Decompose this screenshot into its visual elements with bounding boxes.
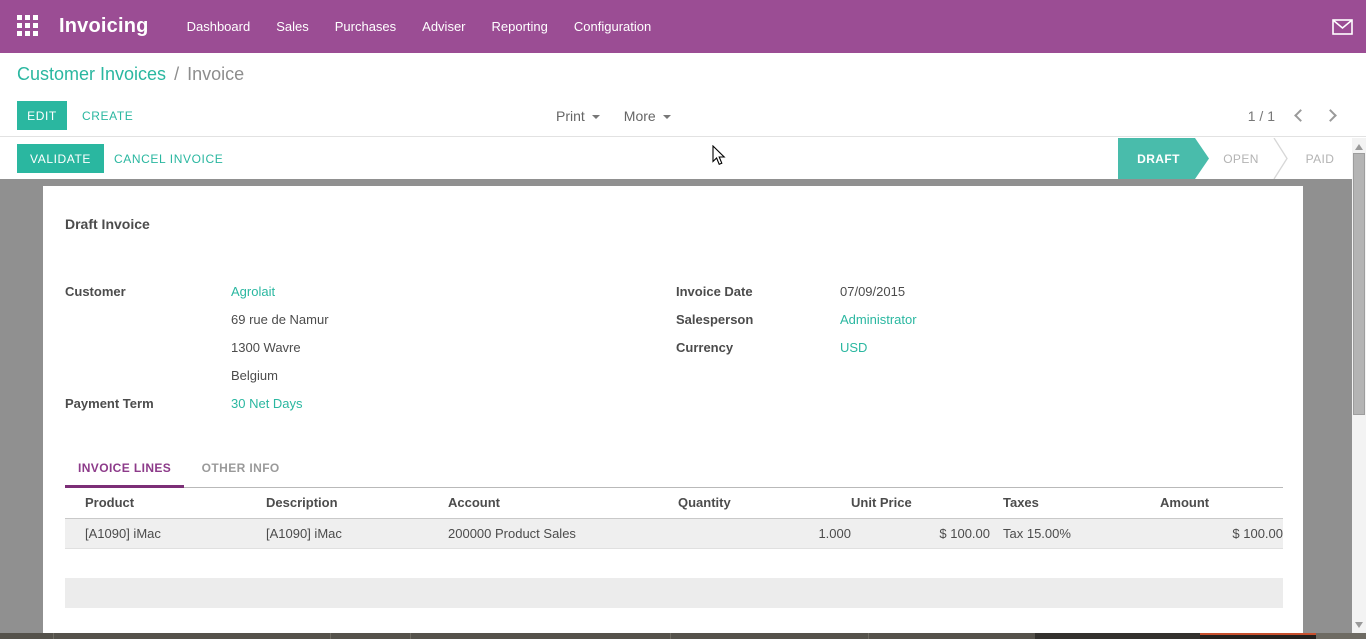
state-draft[interactable]: DRAFT xyxy=(1118,138,1209,179)
pager-count: 1 / 1 xyxy=(1248,108,1275,124)
chevron-down-icon xyxy=(663,115,671,119)
currency-link[interactable]: USD xyxy=(840,340,867,355)
edit-button[interactable]: EDIT xyxy=(17,101,67,130)
cancel-invoice-button[interactable]: CANCEL INVOICE xyxy=(103,144,234,173)
taskbar-segment xyxy=(1035,633,1200,639)
cell-quantity: 1.000 xyxy=(678,518,851,548)
taskbar-segment xyxy=(1316,633,1366,639)
cell-description: [A1090] iMac xyxy=(266,518,448,548)
menu-adviser[interactable]: Adviser xyxy=(422,19,465,34)
customer-label: Customer xyxy=(65,284,231,299)
state-open[interactable]: OPEN xyxy=(1209,138,1273,179)
menu-sales[interactable]: Sales xyxy=(276,19,309,34)
invoice-title: Draft Invoice xyxy=(65,216,150,232)
app-name: Invoicing xyxy=(59,15,149,38)
cell-taxes: Tax 15.00% xyxy=(990,518,1160,548)
col-amount: Amount xyxy=(1160,488,1283,518)
cell-amount: $ 100.00 xyxy=(1160,518,1283,548)
control-bar: EDIT CREATE Print More 1 / 1 xyxy=(0,95,1366,137)
breadcrumb: Customer Invoices / Invoice xyxy=(0,53,1366,95)
cell-unit-price: $ 100.00 xyxy=(851,518,990,548)
customer-address-street: 69 rue de Namur xyxy=(231,312,329,327)
breadcrumb-parent[interactable]: Customer Invoices xyxy=(17,64,166,85)
invoice-date-value: 07/09/2015 xyxy=(840,284,905,299)
customer-address-city: 1300 Wavre xyxy=(231,340,301,355)
salesperson-link[interactable]: Administrator xyxy=(840,312,917,327)
vertical-scrollbar[interactable] xyxy=(1352,138,1366,633)
salesperson-label: Salesperson xyxy=(676,312,840,327)
table-header-row: Product Description Account Quantity Uni… xyxy=(65,488,1283,518)
breadcrumb-separator: / xyxy=(174,64,179,85)
main-menu: Dashboard Sales Purchases Adviser Report… xyxy=(187,19,652,34)
invoice-sheet: Draft Invoice Customer Agrolait 69 rue d… xyxy=(43,186,1303,633)
taskbar-sliver xyxy=(0,633,1366,639)
notebook-tabs: INVOICE LINES OTHER INFO xyxy=(65,452,1283,488)
form-view-background: Draft Invoice Customer Agrolait 69 rue d… xyxy=(0,179,1352,633)
field-group-right: Invoice Date 07/09/2015 Salesperson Admi… xyxy=(676,277,1236,361)
menu-dashboard[interactable]: Dashboard xyxy=(187,19,251,34)
payment-term-label: Payment Term xyxy=(65,396,231,411)
statusbar: VALIDATE CANCEL INVOICE DRAFT OPEN PAID xyxy=(0,138,1366,179)
scroll-up-icon[interactable] xyxy=(1355,144,1363,150)
col-account: Account xyxy=(448,488,678,518)
scrollbar-thumb[interactable] xyxy=(1353,153,1365,415)
totals-placeholder xyxy=(65,578,1283,608)
col-description: Description xyxy=(266,488,448,518)
menu-configuration[interactable]: Configuration xyxy=(574,19,651,34)
cell-account: 200000 Product Sales xyxy=(448,518,678,548)
create-button[interactable]: CREATE xyxy=(74,101,141,130)
tab-other-info[interactable]: OTHER INFO xyxy=(189,452,293,488)
pager-previous-icon[interactable] xyxy=(1294,109,1307,122)
table-row[interactable]: [A1090] iMac [A1090] iMac 200000 Product… xyxy=(65,518,1283,548)
top-navbar: Invoicing Dashboard Sales Purchases Advi… xyxy=(0,0,1366,53)
menu-purchases[interactable]: Purchases xyxy=(335,19,396,34)
pager: 1 / 1 xyxy=(1248,95,1335,136)
messages-envelope-icon[interactable] xyxy=(1332,19,1353,35)
currency-label: Currency xyxy=(676,340,840,355)
col-product: Product xyxy=(65,488,266,518)
payment-term-link[interactable]: 30 Net Days xyxy=(231,396,303,411)
cell-product: [A1090] iMac xyxy=(65,518,266,548)
tab-invoice-lines[interactable]: INVOICE LINES xyxy=(65,452,184,488)
scroll-down-icon[interactable] xyxy=(1355,622,1363,628)
invoice-lines-table: Product Description Account Quantity Uni… xyxy=(65,488,1283,549)
col-quantity: Quantity xyxy=(678,488,851,518)
print-dropdown[interactable]: Print xyxy=(556,108,600,124)
invoice-date-label: Invoice Date xyxy=(676,284,840,299)
col-unit-price: Unit Price xyxy=(851,488,990,518)
pager-next-icon[interactable] xyxy=(1324,109,1337,122)
field-group-left: Customer Agrolait 69 rue de Namur 1300 W… xyxy=(65,277,625,417)
statusbar-states: DRAFT OPEN PAID xyxy=(1118,138,1352,179)
customer-address-country: Belgium xyxy=(231,368,278,383)
more-dropdown[interactable]: More xyxy=(624,108,671,124)
apps-grid-icon[interactable] xyxy=(17,15,40,38)
taskbar-active-segment xyxy=(1200,633,1316,639)
state-paid[interactable]: PAID xyxy=(1288,138,1352,179)
col-taxes: Taxes xyxy=(990,488,1160,518)
menu-reporting[interactable]: Reporting xyxy=(492,19,548,34)
chevron-down-icon xyxy=(592,115,600,119)
customer-link[interactable]: Agrolait xyxy=(231,284,275,299)
invoicing-app-window: Invoicing Dashboard Sales Purchases Advi… xyxy=(0,0,1366,639)
validate-button[interactable]: VALIDATE xyxy=(17,144,104,173)
state-separator-icon xyxy=(1273,138,1288,179)
breadcrumb-current: Invoice xyxy=(187,64,244,85)
action-dropdowns: Print More xyxy=(556,95,671,136)
